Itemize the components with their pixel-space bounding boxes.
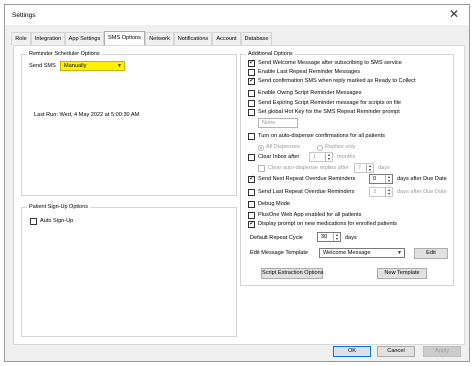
checkmark-icon: ✓ — [249, 175, 255, 182]
title-bar: Settings ✕ — [5, 5, 469, 25]
display-prompt-checkbox[interactable]: ✓ — [248, 220, 255, 228]
additional-options-title: Additional Options — [246, 51, 295, 58]
send-sms-label: Send SMS — [29, 63, 56, 69]
spin-arrows-icon[interactable]: ▲ ▼ — [385, 175, 392, 183]
spin-arrows-icon[interactable]: ▲ ▼ — [385, 188, 392, 196]
last-overdue-suffix: days after Due Date — [397, 189, 447, 195]
send-welcome-label: Send Welcome Message after subscribing t… — [258, 60, 402, 66]
clear-replies-checkbox[interactable] — [258, 165, 265, 172]
send-expiring-label: Send Expiring Script Reminder message fo… — [258, 100, 402, 106]
tab-role[interactable]: Role — [11, 32, 31, 45]
clear-inbox-value: 1 — [313, 154, 317, 160]
enable-last-repeat-checkbox[interactable] — [248, 69, 255, 76]
spin-arrows-icon[interactable]: ▲ ▼ — [333, 233, 340, 241]
clear-replies-days-stepper[interactable]: 7 ▲ ▼ — [354, 163, 374, 173]
clear-inbox-months-stepper[interactable]: 1 ▲ ▼ — [309, 152, 333, 162]
display-prompt-label: Display prompt on new medications for en… — [258, 221, 397, 227]
repeat-cycle-unit: days — [345, 235, 357, 241]
edit-template-label: Edit Message Template — [250, 250, 309, 256]
next-overdue-days-stepper[interactable]: 0 ▲ ▼ — [369, 174, 393, 184]
edit-template-button[interactable]: Edit — [414, 248, 448, 259]
enable-last-repeat-label: Enable Last Repeat Reminder Messages — [258, 69, 360, 75]
plusone-web-checkbox[interactable] — [248, 212, 255, 219]
set-hotkey-checkbox[interactable] — [248, 109, 255, 116]
spin-arrows-icon[interactable]: ▲ ▼ — [325, 153, 332, 161]
tab-account[interactable]: Account — [212, 32, 241, 45]
send-last-overdue-label: Send Last Repeat Overdue Reminders — [258, 189, 355, 195]
window-title: Settings — [12, 12, 36, 19]
spin-arrows-icon[interactable]: ▲ ▼ — [366, 164, 373, 172]
checkmark-icon: ✓ — [249, 59, 255, 66]
send-sms-select[interactable]: Manually ▼ — [60, 61, 125, 71]
tab-notifications[interactable]: Notifications — [174, 32, 212, 45]
checkmark-icon: ✓ — [249, 77, 255, 84]
send-welcome-checkbox[interactable]: ✓ — [248, 59, 255, 67]
clear-replies-label: Clear auto-dispense replies after — [268, 165, 349, 171]
apply-button[interactable]: Apply — [423, 346, 461, 357]
new-template-button[interactable]: New Template — [377, 268, 427, 279]
repeat-cycle-stepper[interactable]: 30 ▲ ▼ — [317, 232, 341, 242]
send-next-overdue-label: Send Next Repeat Overdue Reminders — [258, 176, 356, 182]
auto-signup-label: Auto Sign-Up — [40, 218, 74, 224]
send-sms-value: Manually — [64, 63, 87, 69]
reminder-scheduler-title: Reminder Scheduler Options — [27, 51, 102, 58]
send-last-overdue-checkbox[interactable] — [248, 189, 255, 196]
tab-sms-options[interactable]: SMS Options — [104, 31, 145, 45]
message-template-select[interactable]: Welcome Message ▼ — [319, 248, 405, 258]
patient-signup-title: Patient Sign-Up Options — [27, 204, 91, 211]
patient-signup-group: Patient Sign-Up Options Auto Sign-Up — [21, 204, 237, 337]
auto-signup-checkbox[interactable] — [30, 218, 37, 225]
last-overdue-days-stepper[interactable]: 3 ▲ ▼ — [369, 187, 393, 197]
enable-owing-checkbox[interactable] — [248, 90, 255, 97]
tab-network[interactable]: Network — [145, 32, 174, 45]
send-confirmation-checkbox[interactable]: ✓ — [248, 77, 255, 85]
send-next-overdue-checkbox[interactable]: ✓ — [248, 175, 255, 183]
plusone-web-label: PlusOne Web App enabled for all patients — [258, 212, 362, 218]
all-dispenses-radio[interactable] — [258, 145, 264, 151]
clear-inbox-unit: months — [337, 154, 356, 160]
chevron-down-icon: ▼ — [397, 250, 402, 256]
debug-mode-label: Debug Mode — [258, 201, 291, 207]
clear-replies-unit: days — [378, 165, 390, 171]
repeat-cycle-value: 30 — [321, 234, 328, 240]
reminder-scheduler-group: Reminder Scheduler Options Send SMS Manu… — [21, 51, 237, 196]
checkmark-icon: ✓ — [249, 220, 255, 227]
additional-options-group: Additional Options ✓ Send Welcome Messag… — [240, 51, 454, 286]
settings-window: Settings ✕ Role Integration App Settings… — [4, 4, 470, 362]
send-confirmation-label: Send confirmation SMS when reply marked … — [258, 78, 416, 84]
auto-dispense-checkbox[interactable] — [248, 133, 255, 140]
debug-mode-checkbox[interactable] — [248, 201, 255, 208]
send-expiring-checkbox[interactable] — [248, 100, 255, 107]
message-template-value: Welcome Message — [323, 250, 371, 256]
cancel-button[interactable]: Cancel — [377, 346, 415, 357]
last-run-text: Last Run: Wed, 4 May 2022 at 5:00:30 AM — [34, 112, 140, 118]
next-overdue-value: 0 — [373, 176, 377, 182]
clear-replies-value: 7 — [358, 165, 362, 171]
replies-only-radio[interactable] — [317, 145, 323, 151]
hotkey-field[interactable]: None — [258, 118, 298, 128]
last-overdue-value: 3 — [373, 189, 377, 195]
ok-button[interactable]: OK — [333, 346, 371, 357]
clear-inbox-label: Clear Inbox after — [258, 154, 300, 160]
clear-inbox-checkbox[interactable] — [248, 154, 255, 161]
replies-only-label: Replies only — [325, 144, 356, 150]
close-icon[interactable]: ✕ — [449, 8, 459, 20]
enable-owing-label: Enable Owing Script Reminder Messages — [258, 90, 362, 96]
script-extraction-options-button[interactable]: Script Extraction Options — [261, 268, 324, 279]
chevron-down-icon: ▼ — [117, 63, 122, 69]
auto-dispense-label: Turn on auto-dispense confirmations for … — [258, 133, 385, 139]
all-dispenses-label: All Dispenses — [266, 144, 300, 150]
tab-app-settings[interactable]: App Settings — [65, 32, 104, 45]
tab-integration[interactable]: Integration — [31, 32, 65, 45]
repeat-cycle-label: Default Repeat Cycle — [250, 235, 303, 241]
next-overdue-suffix: days after Due Date — [397, 176, 447, 182]
sms-options-panel: Reminder Scheduler Options Send SMS Manu… — [13, 45, 465, 345]
tab-database[interactable]: Database — [241, 32, 272, 45]
set-hotkey-label: Set global Hot Key for the SMS Repeat Re… — [258, 109, 400, 115]
